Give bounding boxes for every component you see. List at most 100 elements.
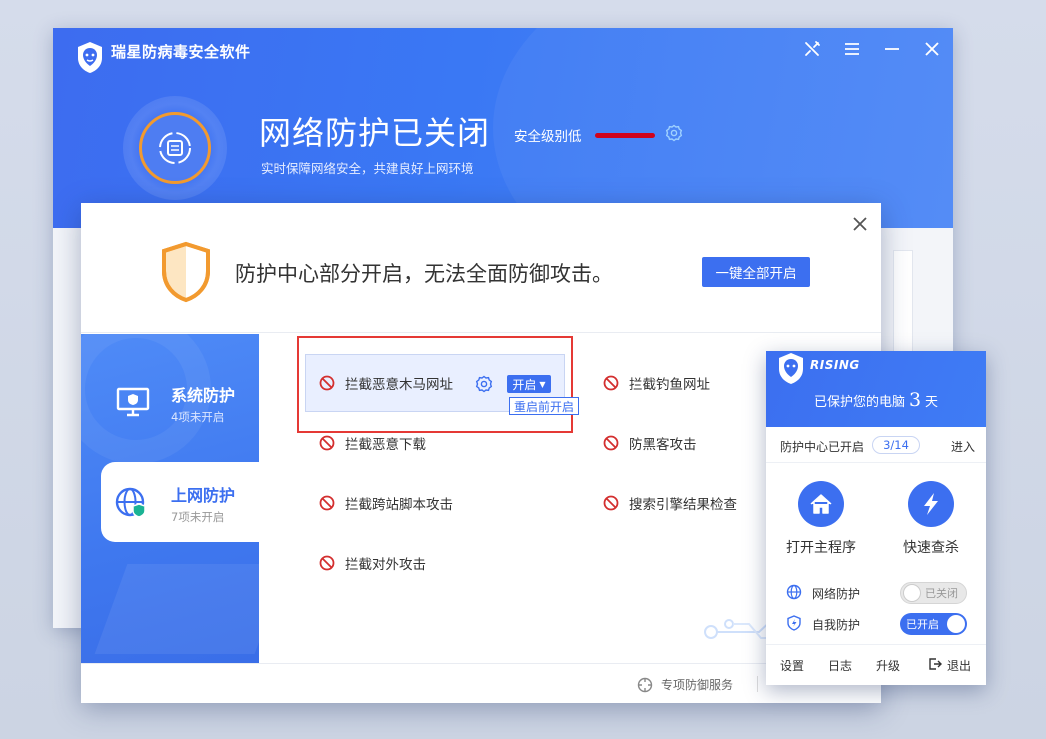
toggle-state: 已开启 — [906, 618, 939, 631]
close-window-button[interactable] — [921, 38, 943, 60]
main-header: 瑞星防病毒安全软件 网络防护已关闭 实时保障网络安全，共建良好上网环境 安全级别… — [53, 28, 953, 228]
item-block-trojan-url: 拦截恶意木马网址 — [319, 371, 453, 395]
ban-icon — [319, 495, 335, 511]
enable-dropdown-button[interactable]: 开启 ▼ — [507, 375, 551, 393]
warning-message: 防护中心部分开启，无法全面防御攻击。 — [235, 262, 613, 286]
toggle-state: 已关闭 — [925, 587, 958, 600]
nav-item-title: 上网防护 — [171, 486, 236, 505]
ban-icon — [319, 375, 335, 391]
protected-days-count: 3 — [908, 389, 922, 411]
log-link[interactable]: 日志 — [828, 657, 852, 674]
item-label: 搜索引擎结果检查 — [629, 497, 737, 513]
item-block-malicious-download: 拦截恶意下载 — [319, 431, 426, 455]
enter-link[interactable]: 进入 — [951, 438, 975, 455]
enable-all-button[interactable]: 一键全部开启 — [702, 257, 810, 287]
gear-icon[interactable] — [475, 375, 493, 393]
dialog-footer: 专项防御服务 — [81, 663, 881, 703]
tools-icon — [805, 41, 820, 56]
protection-center-dialog: 防护中心部分开启，无法全面防御攻击。 一键全部开启 系统防护 4项未开启 上网防… — [81, 203, 881, 703]
close-icon[interactable] — [849, 213, 871, 235]
toggle-knob — [947, 615, 965, 633]
home-button-circle — [798, 481, 844, 527]
protection-center-row: 防护中心已开启 3/14 进入 — [766, 427, 986, 463]
tools-button[interactable] — [801, 38, 823, 60]
minimize-button[interactable] — [881, 38, 903, 60]
special-defense-service-link[interactable]: 专项防御服务 — [637, 676, 733, 693]
item-label: 拦截恶意下载 — [345, 437, 426, 453]
item-label: 拦截对外攻击 — [345, 557, 426, 573]
half-shield-warning-icon — [162, 241, 210, 303]
open-main-label: 打开主程序 — [786, 540, 856, 556]
nav-decoration — [94, 564, 259, 654]
ban-icon — [603, 435, 619, 451]
settings-link[interactable]: 设置 — [780, 657, 804, 674]
lion-logo-icon — [779, 353, 803, 384]
close-icon — [925, 42, 939, 56]
home-icon — [810, 494, 832, 514]
ban-icon — [603, 375, 619, 391]
globe-icon — [786, 584, 802, 600]
self-protection-label: 自我防护 — [812, 618, 861, 632]
gear-icon[interactable] — [665, 124, 683, 142]
menu-icon — [845, 43, 859, 55]
protected-days-text: 已保护您的电脑 3 天 — [766, 389, 986, 411]
lion-logo-icon — [78, 42, 102, 73]
mini-header: RISING 已保护您的电脑 3 天 — [766, 351, 986, 427]
protected-suffix: 天 — [925, 395, 939, 410]
self-protection-row: 自我防护 已开启 — [766, 611, 986, 637]
shield-lightning-icon — [787, 615, 801, 631]
item-label: 拦截跨站脚本攻击 — [345, 497, 453, 513]
protection-count-badge: 3/14 — [872, 436, 920, 454]
mini-widget: RISING 已保护您的电脑3天 防护中心已开启 3/14 进入 打开主程序 — [766, 351, 986, 685]
self-protection-toggle[interactable]: 已开启 — [900, 613, 967, 635]
open-main-program-button[interactable]: 打开主程序 — [776, 481, 866, 557]
protection-center-label: 防护中心已开启 — [780, 440, 865, 454]
item-search-result-check: 搜索引擎结果检查 — [603, 491, 737, 515]
status-title: 网络防护已关闭 — [259, 114, 491, 152]
item-label: 拦截钓鱼网址 — [629, 377, 710, 393]
exit-icon[interactable] — [928, 657, 942, 671]
quick-scan-label: 快速查杀 — [903, 540, 959, 556]
item-block-phishing-url: 拦截钓鱼网址 — [603, 371, 710, 395]
item-block-outbound-attack: 拦截对外攻击 — [319, 551, 426, 575]
toggle-knob — [903, 584, 921, 602]
enable-label: 开启 — [512, 377, 537, 392]
nav-item-system-protection[interactable]: 系统防护 4项未开启 — [81, 362, 259, 442]
network-shield-icon — [159, 132, 191, 164]
mini-footer: 设置 日志 升级 退出 — [766, 644, 986, 685]
security-level-bar — [595, 133, 655, 138]
security-level-label: 安全级别低 — [514, 129, 582, 145]
status-subtitle: 实时保障网络安全，共建良好上网环境 — [261, 161, 474, 176]
nav-item-subtitle: 7项未开启 — [171, 510, 225, 524]
crosshair-icon — [637, 677, 653, 692]
exit-link[interactable]: 退出 — [947, 657, 971, 674]
nav-item-web-protection[interactable]: 上网防护 7项未开启 — [101, 462, 259, 542]
ban-icon — [319, 435, 335, 451]
brand-name: RISING — [810, 358, 860, 372]
ban-icon — [603, 495, 619, 511]
network-protection-row: 网络防护 已关闭 — [766, 580, 986, 606]
ban-icon — [319, 555, 335, 571]
minimize-icon — [885, 48, 899, 50]
network-protection-label: 网络防护 — [812, 587, 861, 601]
protected-prefix: 已保护您的电脑 — [813, 395, 905, 410]
enable-option-restart[interactable]: 重启前开启 — [509, 397, 580, 415]
footer-service-label: 专项防御服务 — [661, 678, 734, 692]
desktop: 瑞星防病毒安全软件 网络防护已关闭 实时保障网络安全，共建良好上网环境 安全级别… — [0, 0, 1046, 739]
lightning-icon — [924, 493, 938, 515]
network-protection-toggle[interactable]: 已关闭 — [900, 582, 967, 604]
item-block-xss: 拦截跨站脚本攻击 — [319, 491, 453, 515]
globe-shield-icon — [115, 487, 146, 518]
item-label: 拦截恶意木马网址 — [345, 377, 453, 393]
dialog-header: 防护中心部分开启，无法全面防御攻击。 一键全部开启 — [81, 203, 881, 333]
caret-down-icon: ▼ — [539, 379, 546, 389]
footer-divider — [757, 676, 758, 692]
nav-item-title: 系统防护 — [171, 386, 236, 405]
app-title: 瑞星防病毒安全软件 — [111, 43, 251, 61]
upgrade-link[interactable]: 升级 — [876, 657, 900, 674]
item-label: 防黑客攻击 — [629, 437, 697, 453]
menu-button[interactable] — [841, 38, 863, 60]
protection-nav: 系统防护 4项未开启 上网防护 7项未开启 — [81, 334, 259, 663]
quick-scan-button[interactable]: 快速查杀 — [886, 481, 976, 557]
item-anti-hacker: 防黑客攻击 — [603, 431, 697, 455]
